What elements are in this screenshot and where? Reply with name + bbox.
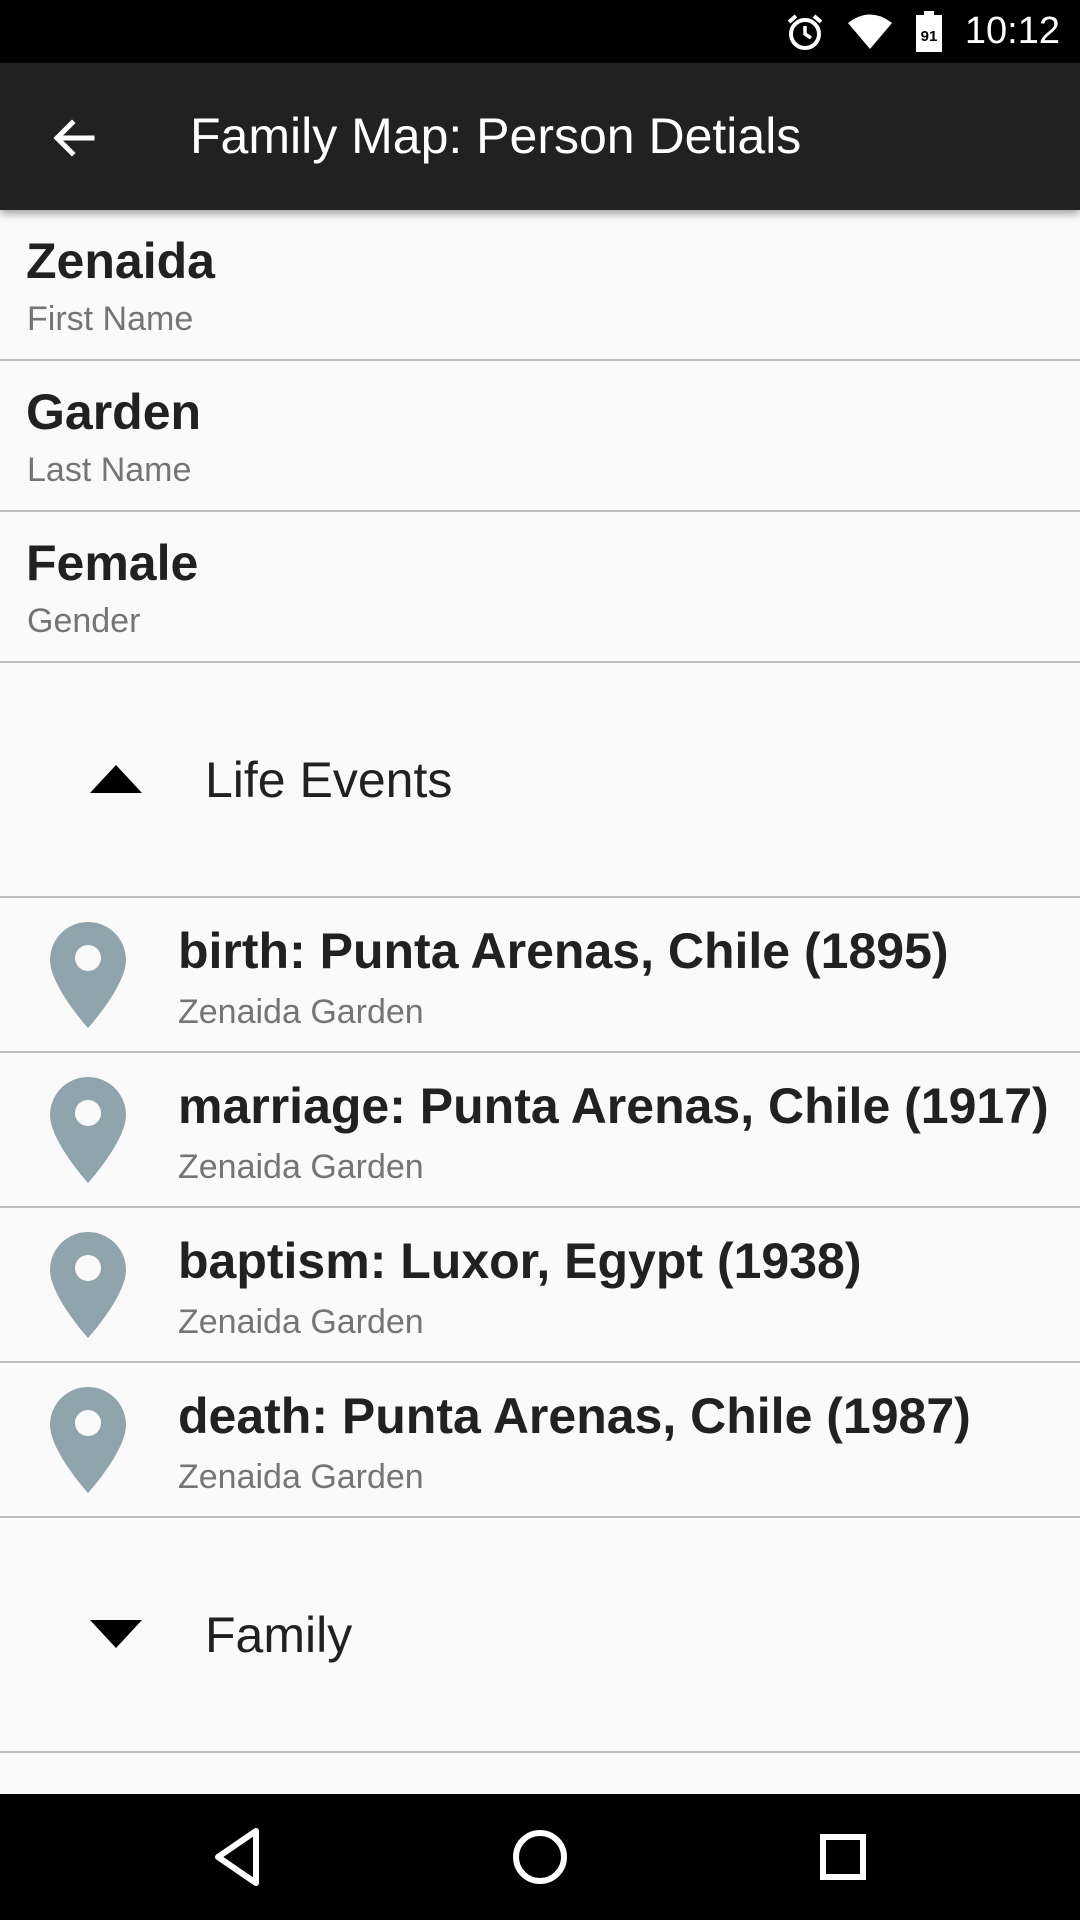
recents-square-icon[interactable]: [818, 1827, 868, 1887]
caret-up-icon: [90, 765, 142, 793]
map-pin-icon: [50, 1387, 126, 1493]
status-bar: 91 10:12: [0, 0, 1080, 63]
event-title: baptism: Luxor, Egypt (1938): [178, 1233, 862, 1289]
page-title: Family Map: Person Detials: [190, 108, 802, 164]
life-events-label: Life Events: [205, 752, 453, 808]
event-row-marriage[interactable]: marriage: Punta Arenas, Chile (1917) Zen…: [0, 1053, 1080, 1208]
battery-icon: 91: [915, 10, 942, 52]
app-bar: Family Map: Person Detials: [0, 63, 1080, 210]
event-row-birth[interactable]: birth: Punta Arenas, Chile (1895) Zenaid…: [0, 898, 1080, 1053]
first-name-label: First Name: [27, 300, 194, 338]
event-person: Zenaida Garden: [178, 1458, 424, 1496]
event-title: marriage: Punta Arenas, Chile (1917): [178, 1078, 1049, 1134]
wifi-icon: [847, 14, 892, 49]
last-name-row: Garden Last Name: [0, 361, 1080, 512]
gender-row: Female Gender: [0, 512, 1080, 663]
home-circle-icon[interactable]: [510, 1827, 570, 1887]
clock: 10:12: [964, 10, 1060, 52]
family-label: Family: [205, 1607, 353, 1663]
first-name-value: Zenaida: [26, 233, 215, 289]
event-person: Zenaida Garden: [178, 993, 424, 1031]
battery-level: 91: [921, 28, 938, 45]
life-events-header[interactable]: Life Events: [0, 663, 1080, 898]
event-person: Zenaida Garden: [178, 1148, 424, 1186]
system-nav-bar: [0, 1794, 1080, 1920]
last-name-value: Garden: [26, 384, 202, 440]
family-header[interactable]: Family: [0, 1518, 1080, 1753]
event-row-death[interactable]: death: Punta Arenas, Chile (1987) Zenaid…: [0, 1363, 1080, 1518]
event-person: Zenaida Garden: [178, 1303, 424, 1341]
person-details: Zenaida First Name Garden Last Name Fema…: [0, 210, 1080, 1753]
caret-down-icon: [90, 1620, 142, 1648]
map-pin-icon: [50, 1232, 126, 1338]
gender-value: Female: [26, 535, 199, 591]
last-name-label: Last Name: [27, 451, 192, 489]
event-title: birth: Punta Arenas, Chile (1895): [178, 923, 949, 979]
event-row-baptism[interactable]: baptism: Luxor, Egypt (1938) Zenaida Gar…: [0, 1208, 1080, 1363]
back-arrow-icon[interactable]: [46, 110, 102, 166]
map-pin-icon: [50, 922, 126, 1028]
event-title: death: Punta Arenas, Chile (1987): [178, 1388, 971, 1444]
map-pin-icon: [50, 1077, 126, 1183]
gender-label: Gender: [27, 602, 141, 640]
alarm-icon: [787, 13, 823, 50]
back-triangle-icon[interactable]: [212, 1827, 260, 1887]
first-name-row: Zenaida First Name: [0, 210, 1080, 361]
